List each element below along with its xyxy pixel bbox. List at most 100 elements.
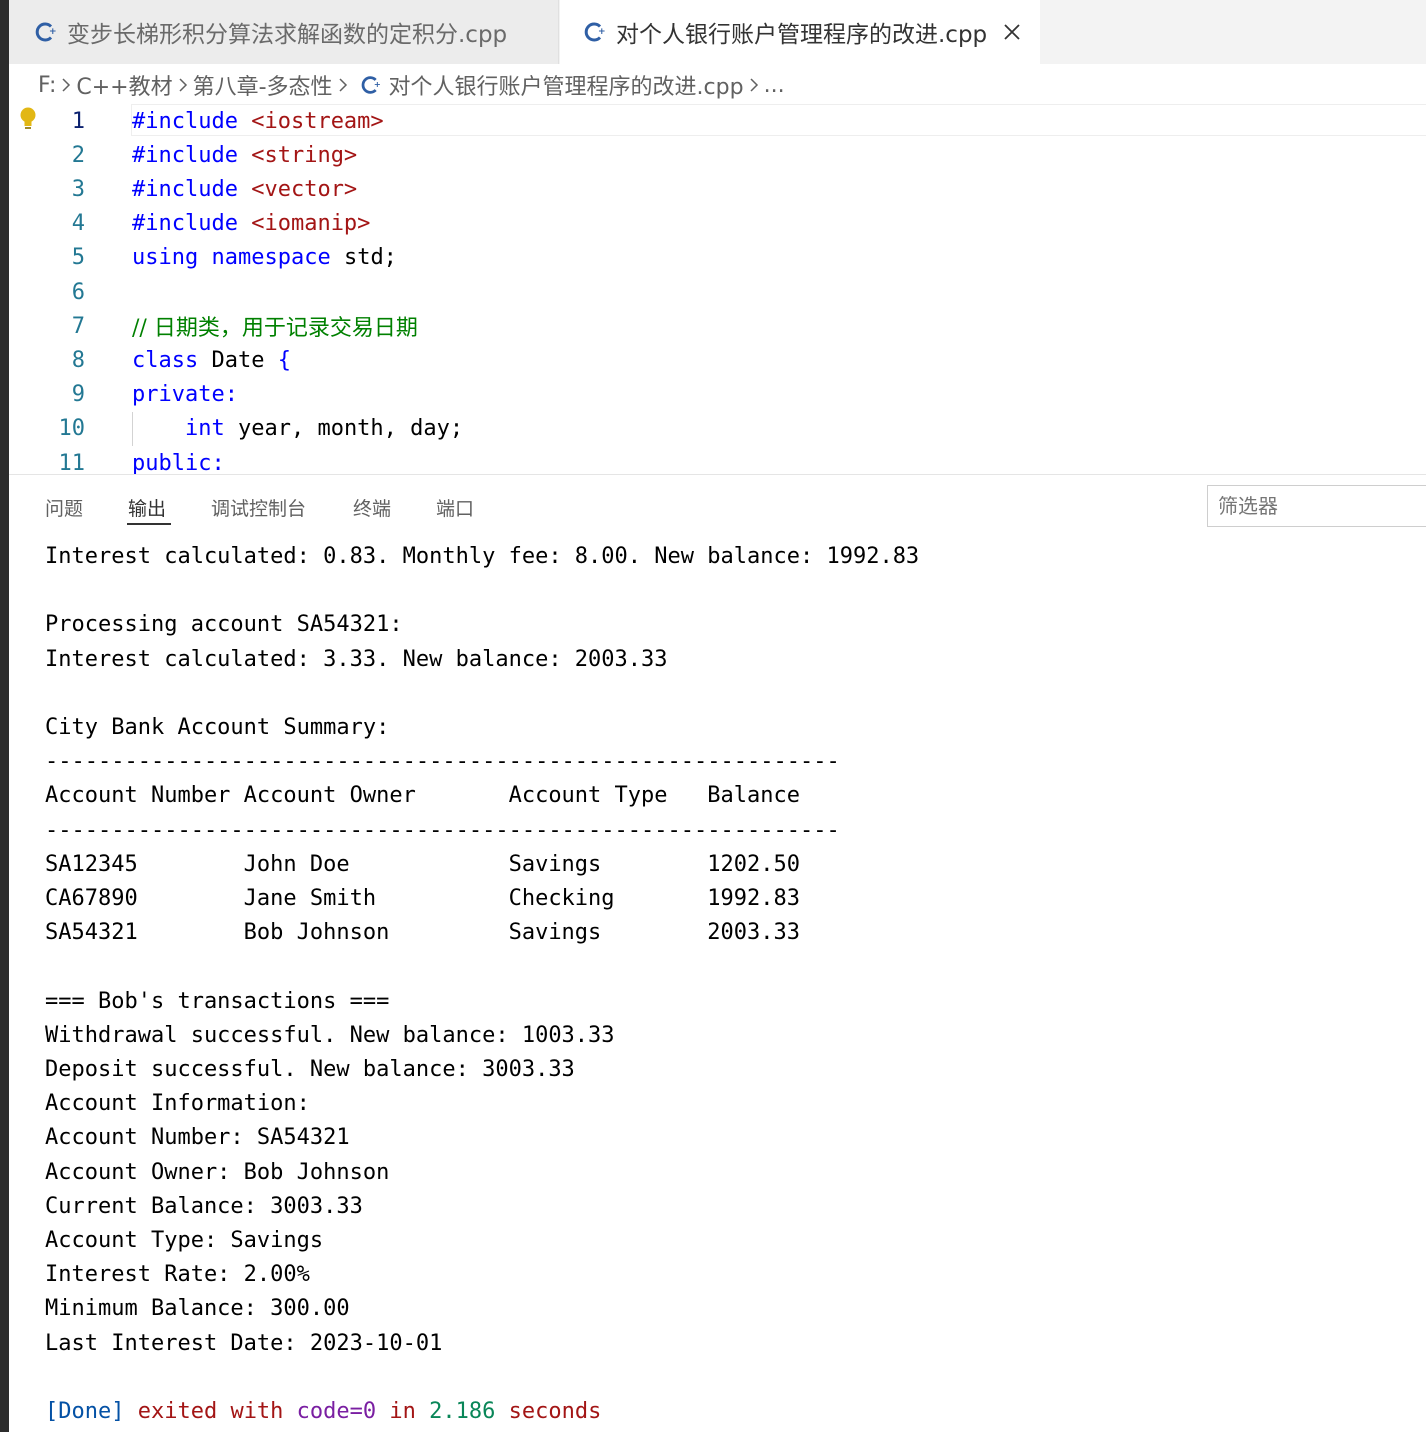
line-number: 11 [58,450,86,475]
code-line[interactable]: 10 int year, month, day; [9,412,1426,446]
editor-tab-bar: + 变步长梯形积分算法求解函数的定积分.cpp + 对个人银行账户管理程序的改进… [9,0,1426,64]
code-text: #include <iomanip> [132,211,370,236]
line-number: 7 [71,313,85,339]
tab-label: 变步长梯形积分算法求解函数的定积分.cpp [67,22,508,48]
code-token: #include [132,108,252,134]
output-line: Account Number Account Owner Account Typ… [45,783,800,809]
active-tab-indicator [127,523,171,525]
code-line[interactable]: 1 #include <iostream> [9,104,1426,138]
code-token: class [132,347,199,373]
line-number: 10 [58,416,86,442]
output-line: Withdrawal successful. New balance: 1003… [45,1022,615,1048]
breadcrumb-more[interactable]: ... [764,73,785,98]
done-line: [Done] exited with code=0 in 2.186 secon… [45,1395,601,1429]
cpp-file-icon: + [584,20,608,44]
code-editor[interactable]: 1 #include <iostream> 2 #include <string> 3 #… [9,104,1426,474]
line-number: 4 [71,211,85,237]
code-text: #include <iostream> [132,109,384,134]
code-token: private: [132,382,238,408]
breadcrumb: F: C++教材 第八章-多态性 + 对个人银行账户管理程序的改进.cpp ..… [38,68,785,102]
close-icon[interactable] [1003,23,1021,41]
code-line[interactable]: 2 #include <string> [9,138,1426,172]
cpp-file-icon: + [361,74,383,96]
output-line: Account Number: SA54321 [45,1125,350,1151]
code-line[interactable]: 11 public: [9,446,1426,475]
done-text: in [376,1399,430,1424]
output-line: Processing account SA54321: [45,612,403,638]
output-line: SA12345 John Doe Savings 1202.50 [45,851,800,877]
code-token: using [132,245,199,271]
code-line[interactable]: 5 using namespace std; [9,241,1426,275]
code-line[interactable]: 9 private: [9,378,1426,412]
chevron-right-icon [58,68,74,102]
tab-output[interactable]: 输出 [128,494,166,521]
output-line: Minimum Balance: 300.00 [45,1296,350,1322]
code-line[interactable]: 3 #include <vector> [9,172,1426,206]
code-line[interactable]: 7 // 日期类，用于记录交易日期 [9,309,1426,343]
line-number: 3 [71,176,85,202]
code-line[interactable]: 8 class Date { [9,343,1426,377]
cpp-file-icon: + [35,20,59,44]
breadcrumb-drive[interactable]: F: [38,73,56,98]
svg-text:+: + [49,27,57,37]
code-token: // 日期类，用于记录交易日期 [132,316,418,342]
tab-problems[interactable]: 问题 [45,494,83,521]
done-text: seconds [495,1399,602,1424]
code-token: { [277,347,291,373]
code-text: class Date { [132,348,291,373]
tab-ports[interactable]: 端口 [436,494,474,521]
tab-terminal[interactable]: 终端 [353,494,391,521]
code-token: int [184,416,225,442]
output-line: Account Information: [45,1091,310,1117]
output-line: SA54321 Bob Johnson Savings 2003.33 [45,920,800,946]
code-token: year, month, day; [224,416,464,442]
tab-debug-console[interactable]: 调试控制台 [211,494,306,521]
code-text: using namespace std; [132,245,397,270]
breadcrumb-subfolder[interactable]: 第八章-多态性 [193,69,333,101]
output-line: Current Balance: 3003.33 [45,1193,363,1219]
line-number: 8 [71,347,85,373]
line-number: 6 [71,279,85,305]
chevron-right-icon [335,68,351,102]
output-pane[interactable]: Interest calculated: 0.83. Monthly fee: … [9,540,1426,1432]
output-line: === Bob's transactions === [45,988,390,1014]
output-line: City Bank Account Summary: [45,715,390,740]
svg-text:+: + [373,79,380,89]
svg-text:+: + [598,27,606,37]
exit-code: code=0 [296,1399,377,1424]
output-line: Last Interest Date: 2023-10-01 [45,1330,443,1356]
output-line: ----------------------------------------… [45,749,840,775]
breadcrumb-folder[interactable]: C++教材 [76,69,172,101]
output-line: Interest calculated: 0.83. Monthly fee: … [45,544,920,569]
code-line[interactable]: 6 [9,275,1426,309]
code-token: <vector> [251,176,358,202]
code-token: public: [132,450,225,475]
line-number: 1 [71,108,85,134]
code-token: <string> [251,142,358,168]
output-line: Deposit successful. New balance: 3003.33 [45,1057,575,1082]
code-token: Date [198,347,278,373]
done-tag: [Done] [45,1399,125,1424]
output-line: Interest Rate: 2.00% [45,1262,310,1288]
code-text: #include <string> [132,143,357,168]
code-token: #include [132,142,252,168]
editor-tab-1[interactable]: + 变步长梯形积分算法求解函数的定积分.cpp [9,0,559,64]
code-text: public: [132,451,225,475]
line-number: 9 [71,382,85,408]
code-line[interactable]: 4 #include <iomanip> [9,207,1426,241]
output-line: Interest calculated: 3.33. New balance: … [45,646,668,672]
code-token: namespace [211,245,331,271]
filter-input[interactable] [1207,485,1426,527]
left-edge-bar [0,0,9,1432]
breadcrumb-file[interactable]: 对个人银行账户管理程序的改进.cpp [389,69,744,101]
code-token: <iostream> [251,108,384,134]
editor-tab-2[interactable]: + 对个人银行账户管理程序的改进.cpp [560,0,1040,64]
output-line: Account Owner: Bob Johnson [45,1159,390,1185]
chevron-right-icon [175,68,191,102]
code-text: #include <vector> [132,177,357,202]
chevron-right-icon [746,68,762,102]
code-token: #include [132,211,252,237]
code-text: int year, month, day; [132,416,463,441]
